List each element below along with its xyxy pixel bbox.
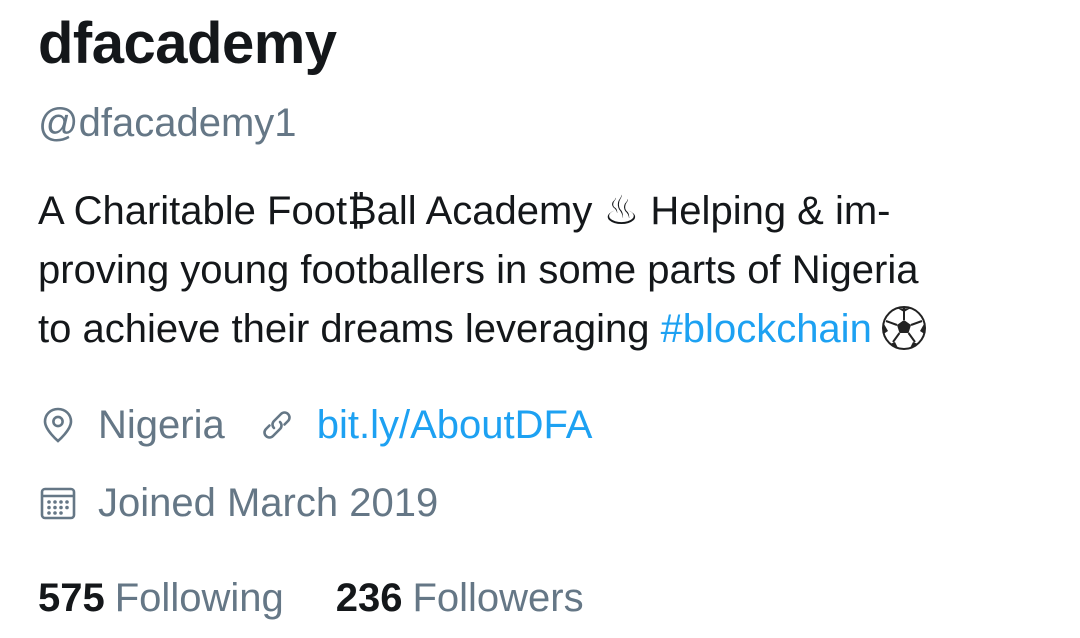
following-count: 575 bbox=[38, 575, 105, 620]
website-link[interactable]: bit.ly/AboutDFA bbox=[317, 403, 593, 448]
location-pin-icon bbox=[38, 405, 78, 445]
followers-label: Followers bbox=[412, 575, 584, 620]
followers-count: 236 bbox=[335, 575, 403, 620]
profile-handle: @dfacademy1 bbox=[38, 101, 297, 145]
following-label: Following bbox=[114, 575, 284, 620]
display-name: dfacademy bbox=[38, 11, 337, 76]
profile-bio: A Charitable Foot₿all Academy ♨ Helping … bbox=[38, 182, 1048, 359]
profile-header: dfacademy @dfacademy1 A Charitable Foot₿… bbox=[0, 0, 1080, 638]
link-icon bbox=[257, 405, 297, 445]
location-text: Nigeria bbox=[98, 402, 225, 447]
hashtag-link[interactable]: #blockchain bbox=[661, 307, 872, 351]
bio-line-3: to achieve their dreams leveraging #bloc… bbox=[38, 300, 1048, 359]
calendar-icon bbox=[38, 483, 78, 523]
bio-line-2: proving young footballers in some parts … bbox=[38, 248, 919, 292]
follow-stats: 575 Following 236 Followers bbox=[38, 573, 584, 623]
soccer-ball-icon bbox=[880, 304, 928, 352]
following-link[interactable]: 575 Following bbox=[38, 576, 284, 621]
joined-date: Joined March 2019 bbox=[98, 480, 439, 525]
profile-meta-location-website: Nigeria bit.ly/AboutDFA bbox=[38, 400, 592, 450]
bio-line-1: A Charitable Foot₿all Academy ♨ Helping … bbox=[38, 189, 891, 233]
profile-meta-joined: Joined March 2019 bbox=[38, 478, 438, 528]
bio-line-3-text: to achieve their dreams leveraging bbox=[38, 307, 661, 351]
followers-link[interactable]: 236 Followers bbox=[336, 576, 584, 621]
